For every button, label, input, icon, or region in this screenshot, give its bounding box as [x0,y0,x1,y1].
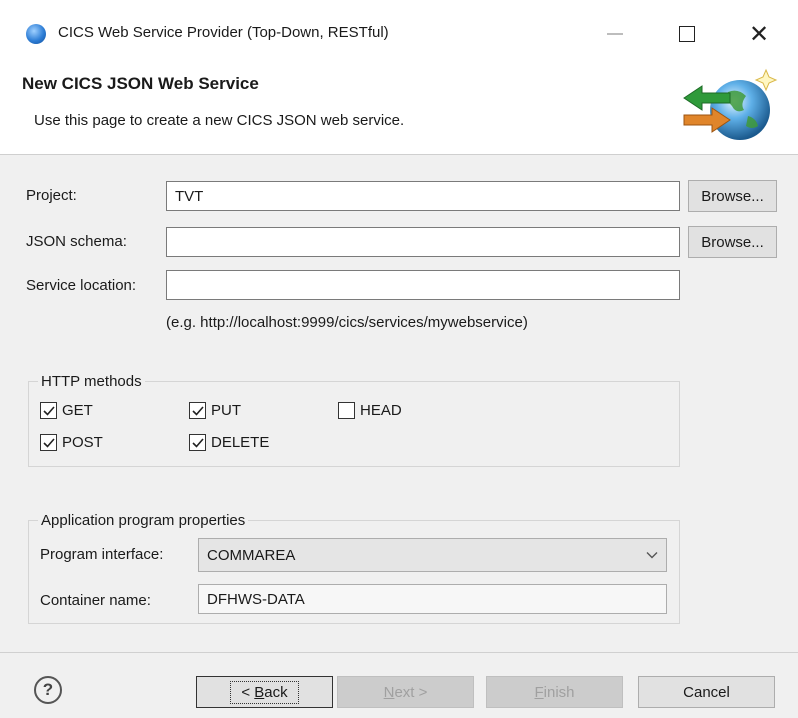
http-methods-legend: HTTP methods [38,373,145,390]
cics-globe-icon [26,24,46,44]
project-field[interactable]: TVT [166,181,680,211]
next-button[interactable]: Next > [337,676,474,708]
maximize-button[interactable] [664,14,710,54]
page-description: Use this page to create a new CICS JSON … [34,112,405,129]
back-rest: ack [264,683,288,701]
service-location-hint: (e.g. http://localhost:9999/cics/service… [166,314,528,331]
back-mnemonic: B [254,683,265,701]
project-browse-button[interactable]: Browse... [688,180,777,212]
http-methods-group [28,381,680,467]
checkbox-unchecked-icon [338,402,355,419]
next-mnemonic: N [383,683,395,701]
service-location-label: Service location: [26,277,137,294]
checkbox-checked-icon [40,434,57,451]
get-label: GET [62,402,93,419]
get-checkbox[interactable]: GET [40,402,93,419]
wizard-banner: New CICS JSON Web Service Use this page … [0,64,798,155]
close-button[interactable]: ✕ [736,14,782,54]
footer-divider [0,652,798,653]
app-props-legend: Application program properties [38,512,249,529]
finish-button[interactable]: Finish [486,676,623,708]
checkbox-checked-icon [40,402,57,419]
put-label: PUT [211,402,241,419]
back-prefix: < [241,683,255,701]
project-label: Project: [26,187,77,204]
delete-label: DELETE [211,434,270,451]
close-icon: ✕ [748,20,770,48]
post-label: POST [62,434,103,451]
head-label: HEAD [360,402,402,419]
next-rest: ext > [394,683,428,701]
cancel-button[interactable]: Cancel [638,676,775,708]
help-icon[interactable]: ? [34,676,62,704]
json-schema-label: JSON schema: [26,233,127,250]
put-checkbox[interactable]: PUT [189,402,241,419]
checkbox-checked-icon [189,402,206,419]
title-bar: CICS Web Service Provider (Top-Down, RES… [0,0,798,65]
program-interface-select[interactable]: COMMAREA [198,538,667,572]
container-name-label: Container name: [40,592,151,609]
window-title: CICS Web Service Provider (Top-Down, RES… [58,24,389,41]
json-schema-field[interactable] [166,227,680,257]
container-name-field[interactable]: DFHWS-DATA [198,584,667,614]
checkbox-checked-icon [189,434,206,451]
finish-rest: inish [543,683,575,701]
delete-checkbox[interactable]: DELETE [189,434,269,451]
maximize-icon [679,26,695,42]
finish-label: Finish [534,684,574,701]
head-checkbox[interactable]: HEAD [338,402,402,419]
minimize-icon [607,33,623,35]
back-button[interactable]: < Back [196,676,333,708]
program-interface-label: Program interface: [40,546,164,563]
finish-mnemonic: F [534,683,544,701]
globe-arrows-wizard-icon [683,68,778,140]
page-title: New CICS JSON Web Service [22,74,259,93]
program-interface-value: COMMAREA [207,546,296,564]
next-label: Next > [384,684,428,701]
post-checkbox[interactable]: POST [40,434,103,451]
chevron-down-icon [646,552,658,559]
service-location-field[interactable] [166,270,680,300]
minimize-button[interactable] [592,14,638,54]
back-label: < Back [230,680,299,704]
json-schema-browse-button[interactable]: Browse... [688,226,777,258]
